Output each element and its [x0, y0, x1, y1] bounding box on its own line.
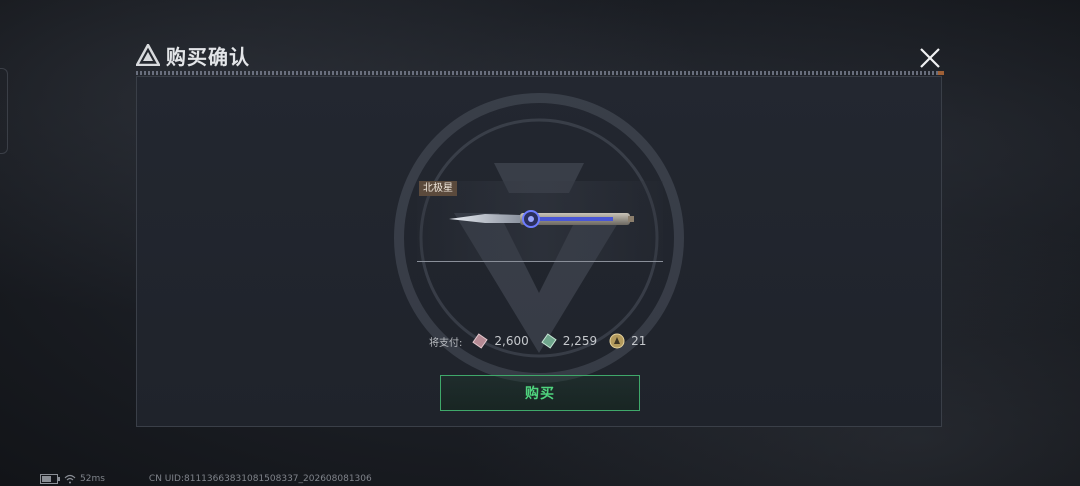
purchase-dialog-panel: 北极星 将支付: 2,600 2,259 21 购买 — [136, 76, 942, 427]
green-ticket-icon — [541, 333, 557, 349]
currency-amount: 2,259 — [562, 334, 598, 348]
status-bar: 52ms CN UID:8111366383108150833​7_202608… — [40, 474, 372, 484]
dialog-title: 购买确认 — [166, 44, 250, 69]
uid-readout: CN UID:8111366383108150833​7_20260808130… — [148, 474, 372, 484]
currency-amount: 2,600 — [494, 334, 529, 348]
item-name-tag: 北极星 — [419, 181, 457, 196]
item-preview[interactable]: 北极星 — [417, 181, 663, 262]
dialog-header: 购买确认 — [136, 40, 250, 70]
buy-button-label: 购买 — [525, 386, 555, 402]
title-divider — [136, 71, 944, 75]
knife-weapon-image — [449, 210, 634, 228]
game-logo-icon — [136, 44, 160, 66]
close-x-icon[interactable] — [916, 44, 944, 72]
currency-amount: 21 — [631, 334, 647, 348]
pink-ticket-icon — [472, 333, 489, 349]
buy-button[interactable]: 购买 — [440, 375, 640, 411]
wifi-icon — [64, 474, 76, 484]
ping-readout: 52ms — [80, 474, 105, 484]
payment-label: 将支付: — [429, 337, 463, 349]
gold-coin-icon — [609, 333, 625, 349]
side-drawer-handle[interactable] — [0, 68, 8, 154]
battery-icon — [40, 474, 60, 484]
payment-summary: 将支付: 2,600 2,259 21 — [429, 333, 658, 349]
